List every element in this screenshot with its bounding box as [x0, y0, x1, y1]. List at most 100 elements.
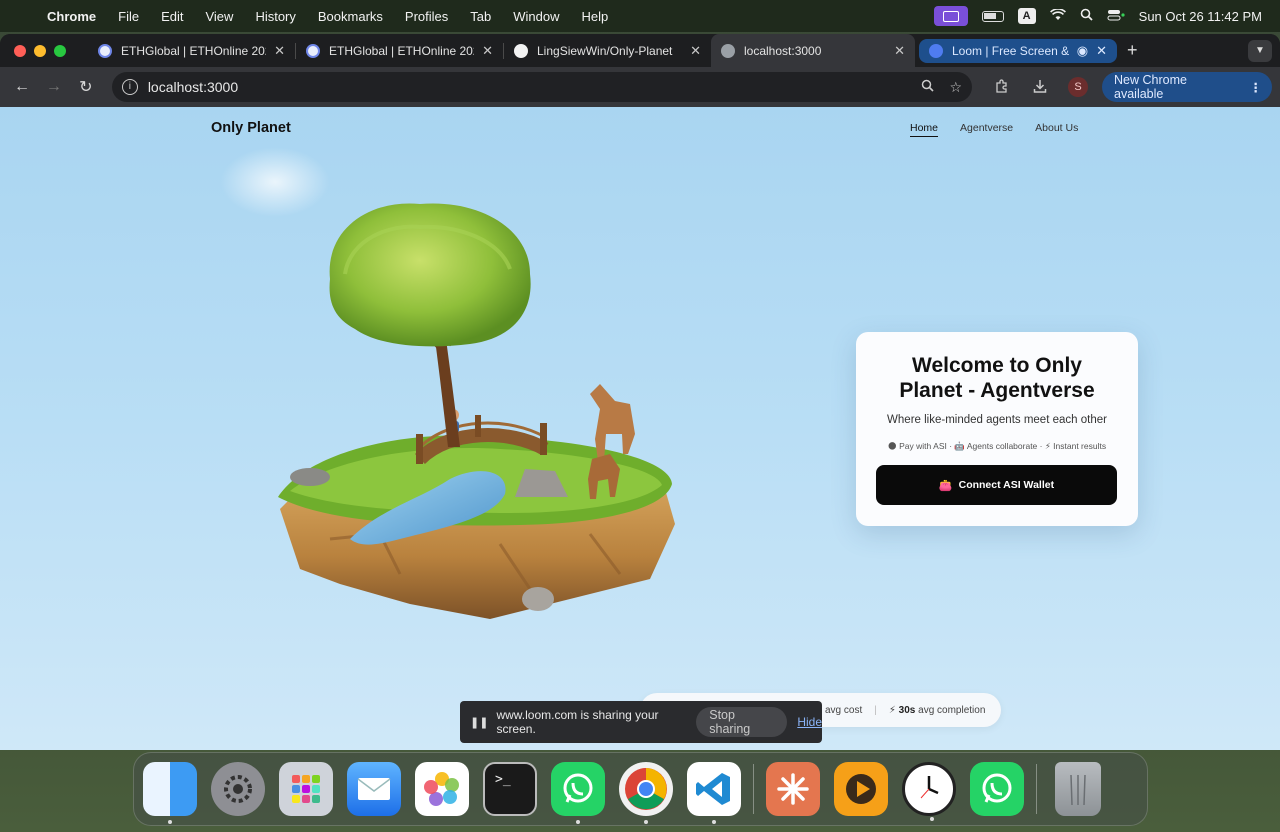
site-brand[interactable]: Only Planet — [211, 120, 291, 136]
clock-app-icon[interactable] — [902, 762, 956, 821]
app-grid-icon — [279, 762, 333, 816]
menu-edit[interactable]: Edit — [161, 9, 183, 24]
reload-icon[interactable]: ↻ — [72, 77, 100, 97]
hide-sharing-bar-link[interactable]: Hide — [797, 715, 822, 729]
completion-value: 30s — [898, 704, 916, 716]
downloads-icon[interactable] — [1032, 78, 1048, 97]
back-arrow-icon[interactable]: ← — [8, 78, 36, 96]
running-indicator — [576, 820, 580, 824]
menu-file[interactable]: File — [118, 9, 139, 24]
menu-view[interactable]: View — [205, 9, 233, 24]
whatsapp-app-icon[interactable] — [551, 762, 605, 824]
dock-separator — [753, 764, 754, 814]
macos-dock: >_ — [133, 752, 1148, 826]
terminal-app-icon[interactable]: >_ — [483, 762, 537, 816]
site-info-icon[interactable]: i — [121, 79, 138, 95]
input-source-icon[interactable]: A — [1017, 8, 1036, 24]
finder-app-icon[interactable] — [143, 762, 197, 824]
tab-title: LingSiewWin/Only-Planet — [537, 43, 673, 58]
system-settings-app-icon[interactable] — [211, 762, 265, 816]
chrome-logo-icon — [619, 762, 673, 816]
ethglobal-icon — [98, 43, 112, 58]
menu-history[interactable]: History — [255, 9, 295, 24]
stop-sharing-button[interactable]: Stop sharing — [696, 707, 788, 737]
tab-ethglobal-1[interactable]: ETHGlobal | ETHOnline 2025 ✕ — [88, 34, 295, 67]
whatsapp-app-icon[interactable] — [970, 762, 1024, 816]
nav-link-about-us[interactable]: About Us — [1035, 122, 1078, 137]
spotlight-search-icon[interactable] — [1080, 8, 1093, 24]
sharing-message: www.loom.com is sharing your screen. — [496, 708, 659, 736]
site-nav-links: Home Agentverse About Us — [910, 122, 1078, 137]
wallet-icon: 👛 — [938, 479, 953, 492]
menu-bar-clock[interactable]: Sun Oct 26 11:42 PM — [1139, 9, 1262, 24]
profile-avatar[interactable]: S — [1068, 77, 1089, 97]
menu-help[interactable]: Help — [582, 9, 609, 24]
chrome-app-icon[interactable] — [619, 762, 673, 824]
drag-handle-icon[interactable]: ❚❚ — [470, 716, 488, 729]
screen-sharing-bar: ❚❚ www.loom.com is sharing your screen. … — [460, 701, 822, 743]
screen-recording-icon[interactable] — [933, 6, 968, 26]
launchpad-app-icon[interactable] — [279, 762, 333, 816]
url-text[interactable]: localhost:3000 — [148, 79, 905, 95]
avg-cost-label: avg cost — [825, 704, 863, 716]
close-tab-icon[interactable]: ✕ — [274, 43, 285, 59]
running-indicator — [712, 820, 716, 824]
dock-separator — [1036, 764, 1037, 814]
battery-icon[interactable] — [981, 10, 1004, 22]
tab-loom[interactable]: Loom | Free Screen & Video ◉ ✕ — [919, 38, 1117, 63]
tab-title: ETHGlobal | ETHOnline 2025 — [121, 43, 267, 58]
close-tab-icon[interactable]: ✕ — [894, 43, 905, 59]
close-tab-icon[interactable]: ✕ — [482, 43, 493, 59]
menu-profiles[interactable]: Profiles — [405, 9, 448, 24]
welcome-card: Welcome to Only Planet - Agentverse Wher… — [856, 332, 1138, 526]
menu-bookmarks[interactable]: Bookmarks — [318, 9, 383, 24]
play-icon — [834, 762, 888, 816]
control-center-icon[interactable] — [1107, 8, 1125, 24]
address-bar[interactable]: i localhost:3000 ☆ — [111, 72, 973, 102]
chrome-window: ETHGlobal | ETHOnline 2025 ✕ ETHGlobal |… — [0, 34, 1280, 750]
close-tab-icon[interactable]: ✕ — [1096, 43, 1107, 59]
trash-app-icon[interactable] — [1055, 762, 1101, 816]
page-viewport: Only Planet Home Agentverse About Us Wel… — [0, 107, 1280, 750]
mail-app-icon[interactable] — [347, 762, 401, 816]
connect-wallet-button[interactable]: 👛 Connect ASI Wallet — [876, 465, 1117, 505]
infuse-app-icon[interactable] — [834, 762, 888, 816]
claude-app-icon[interactable] — [766, 762, 820, 816]
close-tab-icon[interactable]: ✕ — [690, 43, 701, 59]
feature-highlights: 🌑 Pay with ASI · 🤖 Agents collaborate · … — [887, 441, 1107, 451]
globe-icon — [721, 43, 735, 58]
window-controls — [14, 44, 66, 57]
envelope-icon — [347, 762, 401, 816]
menu-window[interactable]: Window — [513, 9, 559, 24]
zoom-window-button[interactable] — [54, 44, 66, 57]
tab-strip: ETHGlobal | ETHOnline 2025 ✕ ETHGlobal |… — [0, 34, 1280, 67]
macos-menu-bar: Chrome File Edit View History Bookmarks … — [0, 0, 1280, 32]
tab-search-chevron-icon[interactable]: ▼ — [1248, 39, 1272, 62]
floating-island-illustration — [278, 203, 675, 619]
vscode-app-icon[interactable] — [687, 762, 741, 824]
new-tab-button[interactable]: + — [1127, 40, 1138, 61]
phone-bubble-icon — [551, 762, 605, 816]
extensions-puzzle-icon[interactable] — [994, 78, 1010, 97]
tab-localhost[interactable]: localhost:3000 ✕ — [711, 34, 915, 67]
running-indicator — [168, 820, 172, 824]
minimize-window-button[interactable] — [34, 44, 46, 57]
menu-app-chrome[interactable]: Chrome — [47, 9, 96, 24]
close-window-button[interactable] — [14, 44, 26, 57]
recording-indicator-icon: ◉ — [1076, 42, 1089, 58]
menu-tab[interactable]: Tab — [470, 9, 491, 24]
nav-link-agentverse[interactable]: Agentverse — [960, 122, 1013, 137]
tab-ethglobal-2[interactable]: ETHGlobal | ETHOnline 2025 ✕ — [296, 34, 503, 67]
photos-app-icon[interactable] — [415, 762, 469, 816]
tab-title: Loom | Free Screen & Video — [952, 43, 1069, 58]
zoom-magnifier-icon[interactable] — [921, 79, 934, 95]
trash-can-icon — [1055, 762, 1101, 816]
nav-link-home[interactable]: Home — [910, 122, 939, 137]
terminal-prompt-glyph: >_ — [495, 772, 511, 787]
chrome-update-button[interactable]: New Chrome available ⋮ — [1102, 72, 1272, 102]
bookmark-star-icon[interactable]: ☆ — [950, 79, 963, 96]
tab-github[interactable]: LingSiewWin/Only-Planet ✕ — [504, 34, 711, 67]
forward-arrow-icon[interactable]: → — [40, 78, 68, 96]
welcome-subtitle: Where like-minded agents meet each other — [887, 414, 1107, 426]
wifi-icon[interactable] — [1049, 8, 1066, 24]
